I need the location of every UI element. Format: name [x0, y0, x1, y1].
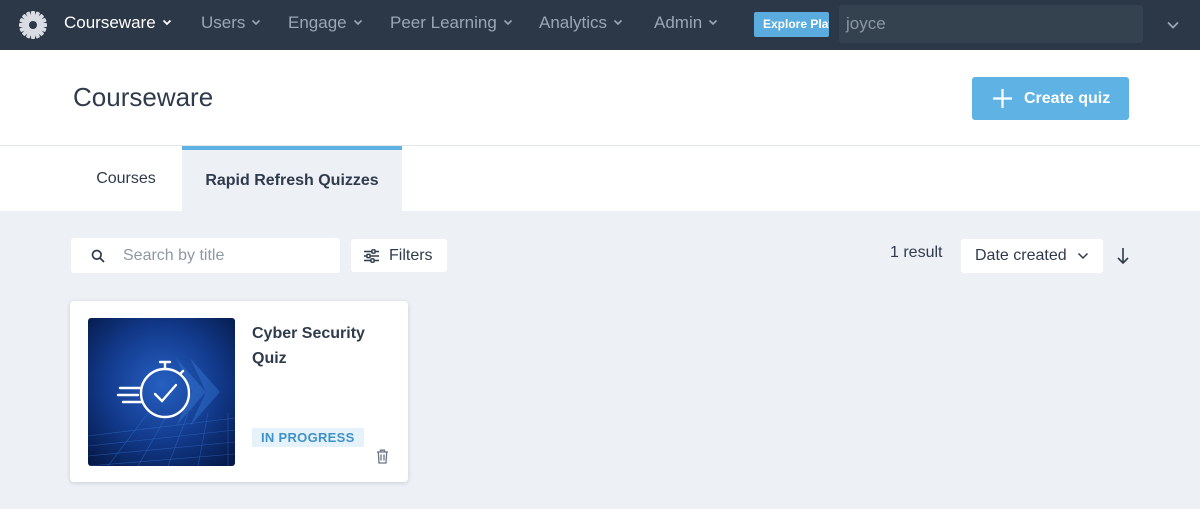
global-search-input[interactable]: joyce	[839, 5, 1143, 43]
tab-bar: Courses Rapid Refresh Quizzes	[0, 146, 1200, 211]
chevron-down-icon	[709, 19, 718, 25]
nav-users[interactable]: Users	[201, 0, 261, 48]
explore-platform-button[interactable]: Explore Plat	[754, 12, 829, 37]
nav-courseware[interactable]: Courseware	[64, 0, 172, 48]
chevron-down-icon	[613, 19, 623, 25]
quiz-title[interactable]: Cyber Security Quiz	[252, 321, 392, 371]
plus-icon	[993, 89, 1012, 108]
nav-engage-label: Engage	[288, 13, 347, 32]
sliders-icon	[364, 249, 379, 263]
chevron-down-icon	[353, 19, 362, 25]
create-quiz-button[interactable]: Create quiz	[972, 77, 1129, 120]
nav-analytics-label: Analytics	[539, 13, 608, 32]
account-chevron-down-icon[interactable]	[1166, 18, 1180, 32]
tab-rapid-refresh-quizzes[interactable]: Rapid Refresh Quizzes	[182, 146, 402, 211]
arrow-down-icon[interactable]	[1116, 247, 1130, 265]
tab-courses[interactable]: Courses	[70, 146, 182, 211]
chevron-down-icon	[503, 19, 512, 25]
quiz-thumbnail	[88, 318, 235, 466]
nav-admin-label: Admin	[654, 13, 703, 32]
trash-icon[interactable]	[376, 449, 389, 464]
sort-select[interactable]: Date created	[961, 239, 1103, 273]
sort-select-value: Date created	[975, 247, 1067, 264]
nav-peer-learning-label: Peer Learning	[390, 13, 497, 32]
chevron-down-icon	[162, 19, 171, 25]
nav-admin[interactable]: Admin	[654, 0, 718, 48]
chevron-down-icon	[1077, 252, 1089, 260]
nav-peer-learning[interactable]: Peer Learning	[390, 0, 513, 48]
nav-engage[interactable]: Engage	[288, 0, 363, 48]
page-title: Courseware	[73, 82, 214, 112]
search-placeholder: Search by title	[123, 247, 225, 264]
nav-analytics[interactable]: Analytics	[539, 0, 623, 48]
chevron-down-icon	[252, 19, 261, 25]
result-count: 1 result	[890, 244, 943, 261]
page-header: Courseware Create quiz	[0, 50, 1200, 146]
gear-logo-icon[interactable]	[17, 9, 49, 41]
top-nav: Courseware Users Engage Peer Learning An…	[0, 0, 1200, 50]
create-quiz-label: Create quiz	[1024, 90, 1111, 107]
nav-users-label: Users	[201, 13, 246, 32]
search-icon	[91, 249, 105, 263]
status-badge: IN PROGRESS	[252, 428, 364, 447]
quiz-card[interactable]: Cyber Security Quiz IN PROGRESS	[70, 301, 408, 482]
nav-courseware-label: Courseware	[64, 13, 156, 32]
filters-label: Filters	[389, 247, 433, 264]
search-input[interactable]: Search by title	[71, 238, 340, 273]
filters-button[interactable]: Filters	[351, 239, 447, 272]
